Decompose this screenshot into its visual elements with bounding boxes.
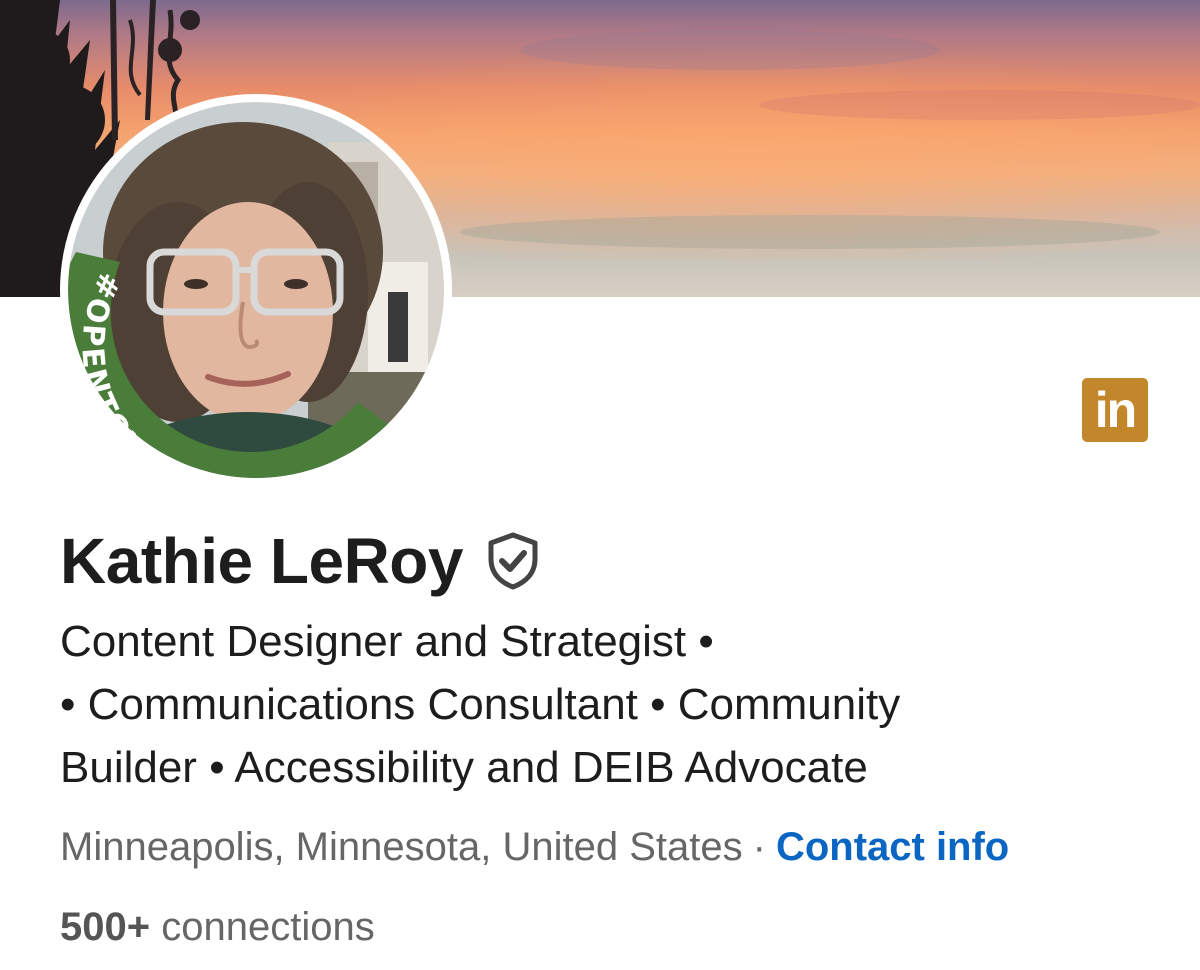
cloud xyxy=(520,30,940,70)
profile-name: Kathie LeRoy xyxy=(60,525,463,597)
name-row: Kathie LeRoy xyxy=(60,522,543,600)
cloud xyxy=(760,90,1200,120)
connections-row[interactable]: 500+ connections xyxy=(60,900,375,954)
connections-label: connections xyxy=(161,905,375,949)
profile-photo-frame[interactable]: #OPENTOWORK xyxy=(60,94,452,486)
headline-line: Content Designer and Strategist • xyxy=(60,617,714,666)
location-row: Minneapolis, Minnesota, United States · Co… xyxy=(60,820,1009,874)
profile-headline: Content Designer and Strategist • • Comm… xyxy=(60,610,1070,799)
cloud xyxy=(460,215,1160,249)
headline-line: Builder • Accessibility and DEIB Advocat… xyxy=(60,743,868,792)
profile-photo[interactable]: #OPENTOWORK xyxy=(68,102,444,478)
shield-check-icon[interactable] xyxy=(483,531,543,591)
contact-info-link[interactable]: Contact info xyxy=(776,825,1009,869)
location-text: Minneapolis, Minnesota, United States xyxy=(60,825,743,869)
separator: · xyxy=(752,825,766,869)
headline-line: • Communications Consultant • Community xyxy=(60,680,901,729)
connections-count: 500+ xyxy=(60,905,151,949)
linkedin-icon[interactable]: in xyxy=(1082,378,1148,442)
profile-card: #OPENTOWORK in Kathie LeRoy Content Desi… xyxy=(0,0,1200,970)
avatar-image: #OPENTOWORK xyxy=(68,102,444,478)
